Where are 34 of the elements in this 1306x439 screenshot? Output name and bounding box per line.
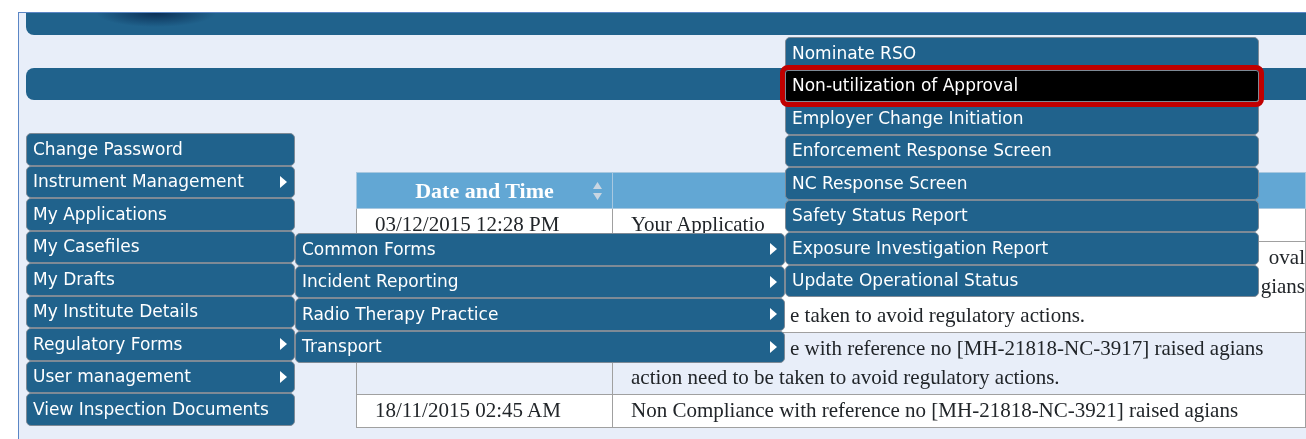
sidebar-menu-item[interactable]: Regulatory Forms [26,328,295,361]
message-text: gians [1260,276,1305,297]
caret-icon [769,339,778,354]
caret-icon [769,307,778,322]
sidebar-menu-item[interactable]: My Casefiles [26,230,295,263]
sidebar-menu-item[interactable]: My Applications [26,198,295,231]
sidebar-menu-item[interactable]: Instrument Management [26,165,295,198]
sidebar-menu-item[interactable]: Change Password [26,133,295,166]
caret-icon [279,369,288,384]
sidebar-menu-item[interactable]: My Drafts [26,263,295,296]
sidebar-menu-item[interactable]: My Institute Details [26,295,295,328]
sidebar-menu-item[interactable]: View Inspection Documents [26,393,295,426]
sort-icon [592,180,603,201]
message-text: oval [1268,247,1305,268]
submenu-item[interactable]: Incident Reporting [295,265,785,298]
caret-icon [769,274,778,289]
menu-item[interactable]: Safety Status Report [785,199,1259,232]
submenu-item[interactable]: Radio Therapy Practice [295,298,785,331]
caret-icon [279,174,288,189]
caret-icon [279,337,288,352]
message-text: Your Applicatio [631,214,765,235]
menu-item[interactable]: NC Response Screen [785,167,1259,200]
submenu-item[interactable]: Common Forms [295,233,785,266]
menu-item[interactable]: Update Operational Status [785,264,1259,297]
table-cell: 18/11/2015 02:45 AM [356,394,613,428]
message-text: action need to be taken to avoid regulatory actions. [631,367,1060,388]
message-text: e taken to avoid regulatory actions. [790,305,1086,326]
message-text: Non Compliance with reference no [MH-21818-NC-3921] raised agians [631,400,1239,421]
sidebar-menu-item[interactable]: User management [26,360,295,393]
menu-item[interactable]: Exposure Investigation Report [785,232,1259,265]
submenu-item[interactable]: Transport [295,330,785,363]
message-text: e with reference no [MH-21818-NC-3917] raised agians [790,338,1264,359]
caret-icon [769,242,778,257]
menu-item[interactable]: Enforcement Response Screen [785,134,1259,167]
